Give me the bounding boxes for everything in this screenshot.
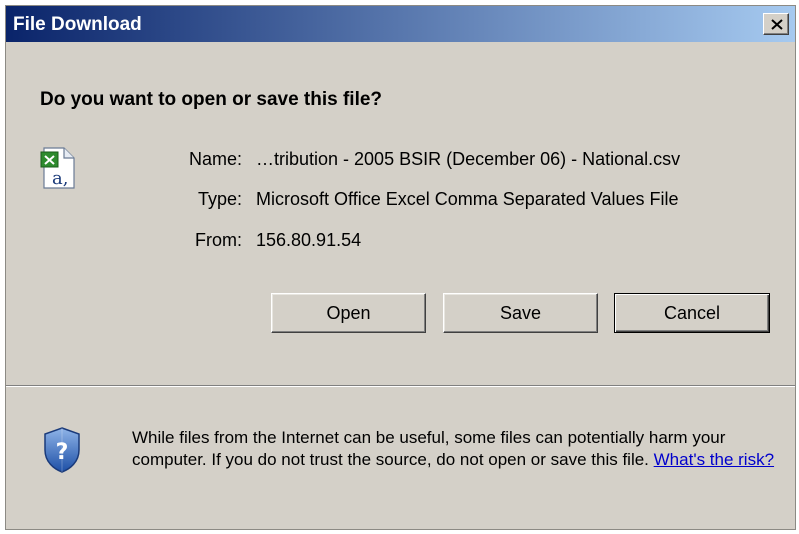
svg-text:a,: a, — [52, 168, 68, 189]
close-button[interactable] — [763, 13, 789, 35]
cancel-button[interactable]: Cancel — [614, 293, 770, 333]
file-from-label: From: — [195, 230, 242, 250]
shield-question-icon: ? — [44, 427, 80, 473]
whats-the-risk-link[interactable]: What's the risk? — [654, 450, 774, 469]
save-button[interactable]: Save — [443, 293, 598, 333]
file-name-value: …tribution - 2005 BSIR (December 06) - N… — [256, 149, 681, 169]
prompt-question: Do you want to open or save this file? — [40, 89, 383, 110]
file-from-value: 156.80.91.54 — [256, 230, 362, 250]
excel-csv-file-icon: a, — [40, 147, 75, 189]
close-icon — [771, 19, 783, 30]
security-warning: While files from the Internet can be use… — [132, 427, 782, 471]
file-name-label: Name: — [188, 149, 242, 169]
dialog-title: File Download — [13, 14, 142, 35]
file-download-dialog: File Download Do you want to open or sav… — [5, 5, 796, 530]
svg-text:?: ? — [56, 440, 69, 465]
warning-text: While files from the Internet can be use… — [132, 428, 726, 469]
open-button[interactable]: Open — [271, 293, 426, 333]
file-type-label: Type: — [197, 189, 242, 209]
section-divider-highlight — [6, 386, 795, 387]
title-bar[interactable]: File Download — [6, 6, 795, 42]
file-type-value: Microsoft Office Excel Comma Separated V… — [256, 189, 679, 209]
